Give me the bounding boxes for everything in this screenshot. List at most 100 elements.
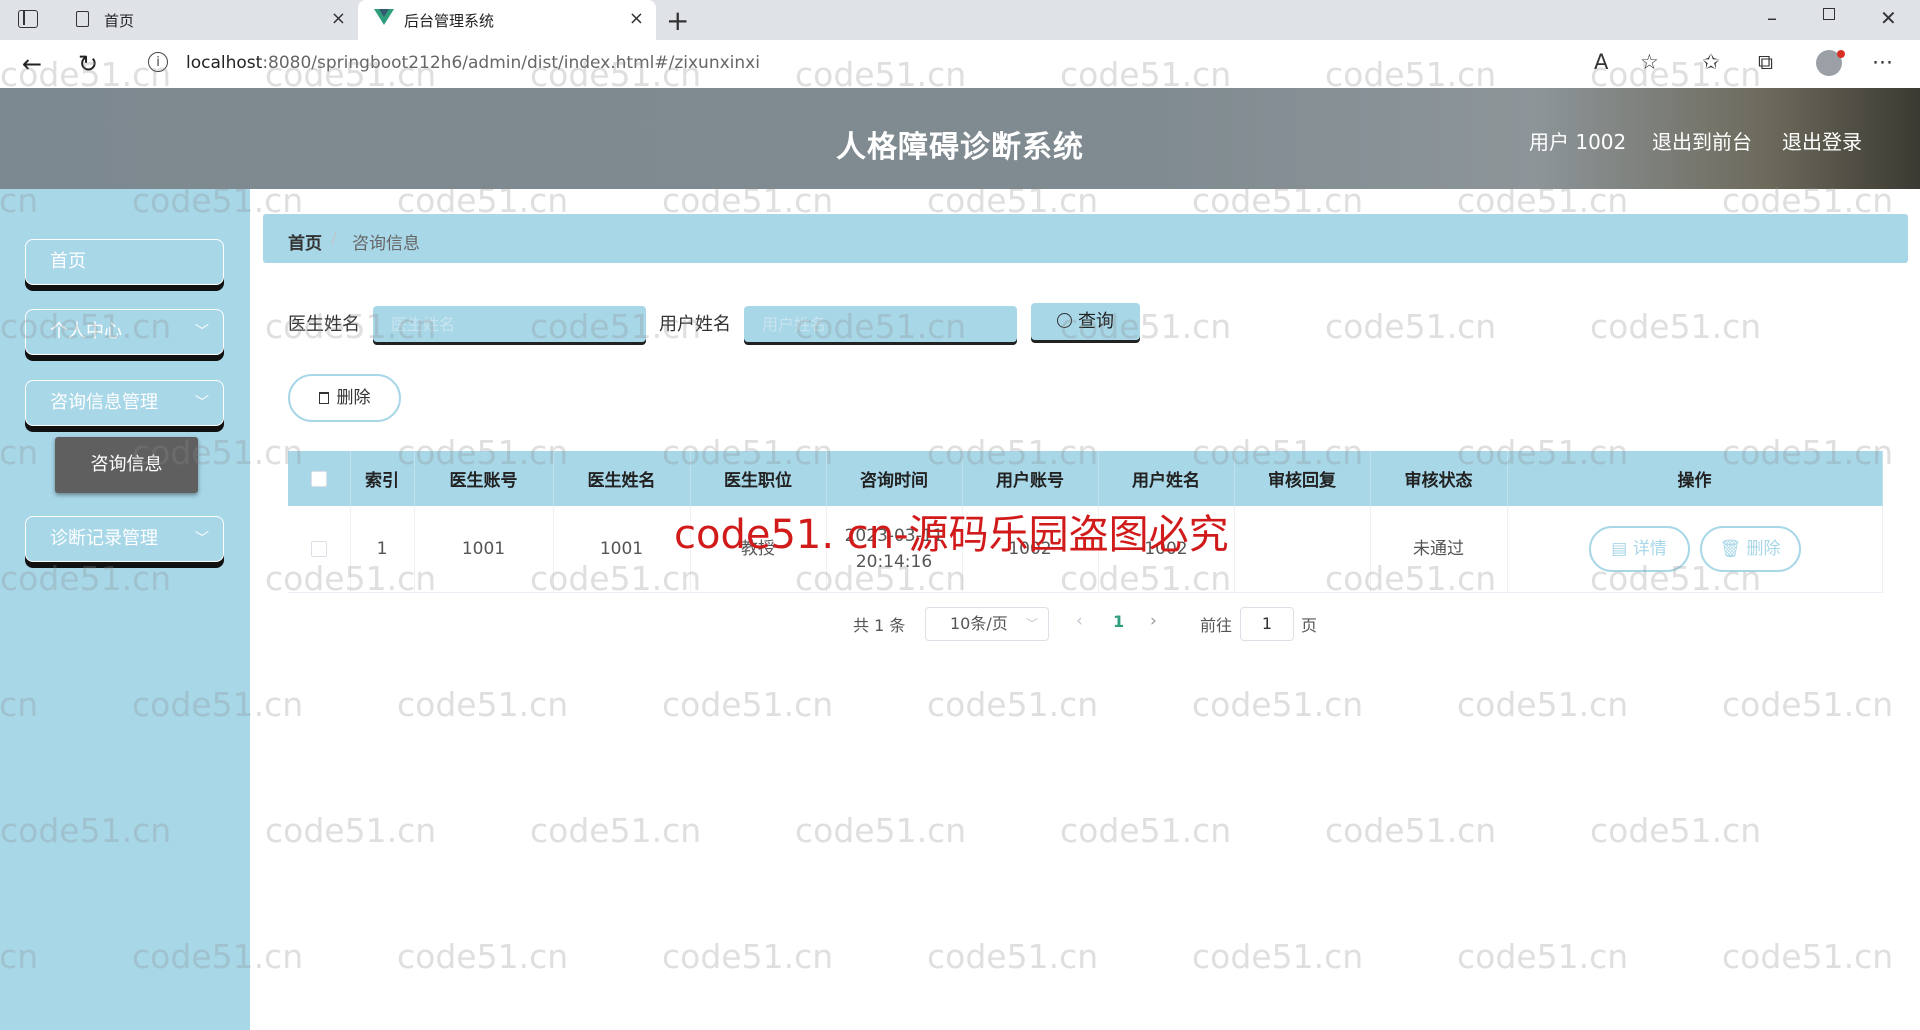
col-header-doctor-name: 医生姓名: [553, 451, 691, 506]
current-user: 用户 1002: [1529, 130, 1627, 154]
browser-tab-home[interactable]: 首页 ×: [62, 0, 358, 40]
cell-review-status: 未通过: [1370, 506, 1508, 593]
col-header-user-account: 用户账号: [962, 451, 1099, 506]
watermark-text: code51.cn: [795, 811, 967, 850]
query-button[interactable]: 查询: [1031, 303, 1140, 340]
tab-label: 首页: [104, 11, 135, 30]
browser-tab-bar: 首页 × 后台管理系统 × + – ✕: [0, 0, 1920, 40]
detail-button[interactable]: ▤ 详情: [1588, 526, 1690, 572]
sidebar-item-consult-manage[interactable]: 咨询信息管理 ﹀: [25, 380, 224, 426]
favorites-icon[interactable]: ✩: [1702, 50, 1720, 74]
page-number-current[interactable]: 1: [1113, 612, 1124, 631]
watermark-text: code51.cn: [1457, 937, 1629, 976]
sidebar-subitem-consult-info[interactable]: 咨询信息: [55, 437, 198, 493]
col-header-doctor-title: 医生职位: [690, 451, 827, 506]
table-row: 1 1001 1001 教授 2023-03-11 20:14:16 1002 …: [288, 506, 1883, 593]
sidebar-item-profile[interactable]: 个人中心 ﹀: [25, 309, 224, 355]
url-text[interactable]: localhost:8080/springboot212h6/admin/dis…: [186, 53, 760, 73]
watermark-text: code51.cn: [1457, 685, 1629, 724]
trash-icon: 🗑: [1719, 539, 1747, 559]
col-header-actions: 操作: [1507, 451, 1883, 506]
watermark-text: code51.cn: [1192, 685, 1364, 724]
row-delete-button[interactable]: 🗑 删除: [1699, 526, 1801, 572]
watermark-text: code51.cn: [1590, 307, 1762, 346]
watermark-text: code51.cn: [530, 811, 702, 850]
read-aloud-icon[interactable]: A: [1594, 50, 1608, 74]
sidebar-item-label: 首页: [50, 251, 86, 272]
sidebar-item-label: 诊断记录管理: [50, 528, 158, 549]
cell-user-name: 1002: [1098, 506, 1235, 593]
cell-actions: ▤ 详情 🗑 删除: [1507, 506, 1883, 593]
restore-icon[interactable]: [1823, 8, 1835, 20]
sidebar-item-diagnosis-manage[interactable]: 诊断记录管理 ﹀: [25, 516, 224, 562]
watermark-text: code51.cn: [397, 685, 569, 724]
page-jump-input[interactable]: 1: [1240, 607, 1294, 641]
chevron-down-icon: ﹀: [195, 324, 209, 340]
row-checkbox[interactable]: [310, 541, 327, 557]
consult-table: 索引 医生账号 医生姓名 医生职位 咨询时间 用户账号 用户姓名 审核回复 审核…: [288, 451, 1883, 593]
profile-icon[interactable]: [1816, 50, 1845, 76]
minimize-icon[interactable]: –: [1767, 6, 1777, 30]
watermark-text: code51.cn: [265, 811, 437, 850]
col-header-user-name: 用户姓名: [1098, 451, 1235, 506]
breadcrumb-home[interactable]: 首页: [288, 229, 322, 254]
favorite-add-icon[interactable]: ☆: [1640, 50, 1659, 74]
select-all-cell[interactable]: [288, 451, 351, 506]
watermark-text: code51.cn: [1722, 937, 1894, 976]
watermark-text: code51.cn: [662, 685, 834, 724]
close-icon[interactable]: ×: [331, 8, 346, 29]
logout-link[interactable]: 退出登录: [1782, 126, 1862, 155]
row-select-cell[interactable]: [288, 506, 351, 593]
watermark-text: code51.cn: [1722, 685, 1894, 724]
table-header-row: 索引 医生账号 医生姓名 医生职位 咨询时间 用户账号 用户姓名 审核回复 审核…: [288, 451, 1883, 506]
info-icon[interactable]: i: [148, 52, 168, 72]
sidebar-item-home[interactable]: 首页: [25, 239, 224, 285]
cell-user-account: 1002: [962, 506, 1099, 593]
watermark-text: code51.cn: [1325, 811, 1497, 850]
sidebar-icon[interactable]: [18, 10, 38, 28]
sidebar-item-label: 咨询信息管理: [50, 392, 158, 413]
page-icon: [76, 11, 89, 27]
col-header-consult-time: 咨询时间: [826, 451, 963, 506]
back-to-front-link[interactable]: 退出到前台: [1652, 126, 1752, 155]
breadcrumb-current: 咨询信息: [352, 234, 420, 254]
refresh-icon[interactable]: ↻: [78, 50, 98, 78]
row-delete-label: 删除: [1746, 539, 1781, 559]
breadcrumb-separator: /: [331, 229, 337, 249]
chevron-down-icon: ﹀: [195, 395, 209, 411]
back-icon[interactable]: ←: [22, 50, 42, 78]
col-header-doctor-account: 医生账号: [414, 451, 554, 506]
col-header-review-reply: 审核回复: [1234, 451, 1371, 506]
pagination-total: 共 1 条: [853, 616, 906, 635]
collections-icon[interactable]: ⧉: [1758, 50, 1773, 75]
consult-date: 2023-03-11: [844, 526, 944, 546]
browser-tab-admin[interactable]: 后台管理系统 ×: [358, 0, 656, 40]
batch-delete-button[interactable]: 删除: [288, 374, 401, 422]
search-icon: [1057, 313, 1072, 328]
next-page-button[interactable]: ›: [1150, 611, 1157, 631]
cell-index: 1: [350, 506, 415, 593]
consult-clock: 20:14:16: [855, 552, 933, 572]
user-name-input[interactable]: [744, 306, 1017, 342]
sidebar-item-label: 个人中心: [50, 321, 122, 342]
close-window-icon[interactable]: ✕: [1880, 6, 1897, 30]
cell-review-reply: [1234, 506, 1371, 593]
watermark-text: code51.cn: [1590, 811, 1762, 850]
user-name-label: 用户姓名: [659, 314, 731, 335]
more-icon[interactable]: ⋯: [1872, 50, 1893, 74]
new-tab-button[interactable]: +: [666, 4, 689, 37]
app-title: 人格障碍诊断系统: [836, 130, 1084, 165]
delete-label: 删除: [336, 388, 371, 408]
doctor-name-label: 医生姓名: [288, 314, 360, 335]
watermark-text: code51.cn: [662, 937, 834, 976]
select-all-checkbox[interactable]: [310, 470, 327, 487]
tab-label: 后台管理系统: [404, 11, 495, 30]
watermark-text: code51.cn: [927, 937, 1099, 976]
doctor-name-input[interactable]: [373, 306, 646, 342]
prev-page-button[interactable]: ‹: [1076, 611, 1083, 631]
close-icon[interactable]: ×: [629, 8, 644, 29]
col-header-review-status: 审核状态: [1370, 451, 1508, 506]
chevron-down-icon: ﹀: [1025, 617, 1038, 631]
watermark-text: code51.cn: [1060, 811, 1232, 850]
page-size-select[interactable]: 10条/页 ﹀: [925, 607, 1049, 641]
